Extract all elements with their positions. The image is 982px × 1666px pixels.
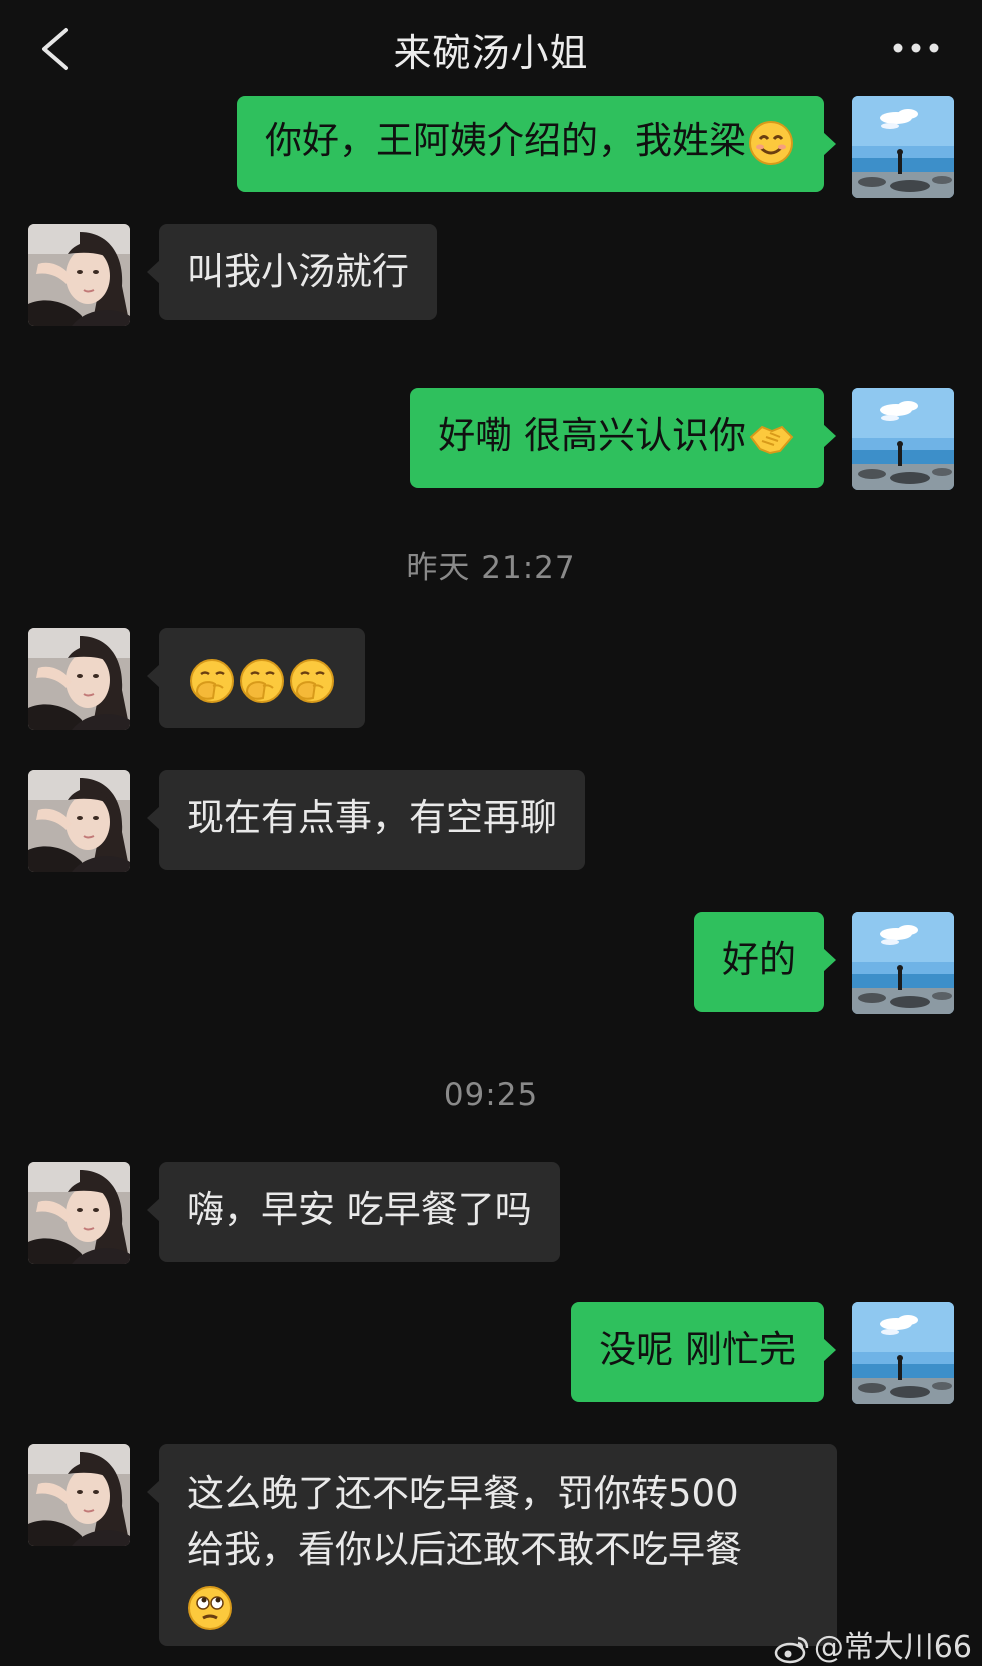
- message-bubble-incoming[interactable]: 这么晚了还不吃早餐，罚你转500 给我，看你以后还敢不敢不吃早餐: [147, 1444, 837, 1646]
- message-text-line: 给我，看你以后还敢不敢不吃早餐: [187, 1528, 742, 1571]
- message-bubble-outgoing[interactable]: 没呢 刚忙完: [571, 1302, 836, 1402]
- shy-emoji-icon: [189, 658, 235, 703]
- contact-avatar[interactable]: [28, 1162, 130, 1264]
- message-text: 好的: [722, 938, 796, 981]
- contact-avatar[interactable]: [28, 1444, 130, 1546]
- message-bubble-outgoing[interactable]: 你好，王阿姨介绍的，我姓梁: [237, 96, 836, 192]
- watermark: @常大川66: [774, 1622, 972, 1666]
- message-bubble-incoming[interactable]: 嗨，早安 吃早餐了吗: [147, 1162, 560, 1262]
- my-avatar[interactable]: [852, 1302, 954, 1404]
- handshake-emoji-icon: [750, 425, 793, 454]
- contact-avatar[interactable]: [28, 628, 130, 730]
- timestamp: 昨天 21:27: [406, 550, 576, 586]
- timestamp: 09:25: [443, 1077, 539, 1113]
- shy-emoji-icon: [289, 658, 335, 703]
- eye-roll-emoji-icon: [187, 1585, 233, 1630]
- smile-emoji-icon: [748, 120, 794, 165]
- weibo-logo-icon: [774, 1636, 809, 1663]
- my-avatar[interactable]: [852, 388, 954, 490]
- chat-title: 来碗汤小姐: [393, 31, 589, 75]
- message-bubble-incoming[interactable]: 现在有点事，有空再聊: [147, 770, 585, 870]
- message-text: 现在有点事，有空再聊: [187, 796, 557, 839]
- message-text-line: 这么晚了还不吃早餐，罚你转500: [187, 1472, 739, 1515]
- more-dots-icon[interactable]: [890, 36, 942, 60]
- message-bubble-incoming[interactable]: [147, 628, 365, 728]
- watermark-text: @常大川66: [813, 1630, 972, 1665]
- message-text: 好嘞 很高兴认识你: [438, 414, 746, 457]
- contact-avatar[interactable]: [28, 224, 130, 326]
- contact-avatar[interactable]: [28, 770, 130, 872]
- message-bubble-outgoing[interactable]: 好的: [694, 912, 836, 1012]
- message-text: 没呢 刚忙完: [599, 1328, 796, 1371]
- message-text: 叫我小汤就行: [187, 250, 409, 293]
- shy-emoji-icon: [239, 658, 285, 703]
- chat-header: 来碗汤小姐: [0, 0, 982, 100]
- my-avatar[interactable]: [852, 912, 954, 1014]
- message-bubble-outgoing[interactable]: 好嘞 很高兴认识你: [410, 388, 836, 488]
- message-text: 嗨，早安 吃早餐了吗: [187, 1188, 532, 1231]
- my-avatar[interactable]: [852, 96, 954, 198]
- message-bubble-incoming[interactable]: 叫我小汤就行: [147, 224, 437, 320]
- message-text: 你好，王阿姨介绍的，我姓梁: [265, 119, 746, 162]
